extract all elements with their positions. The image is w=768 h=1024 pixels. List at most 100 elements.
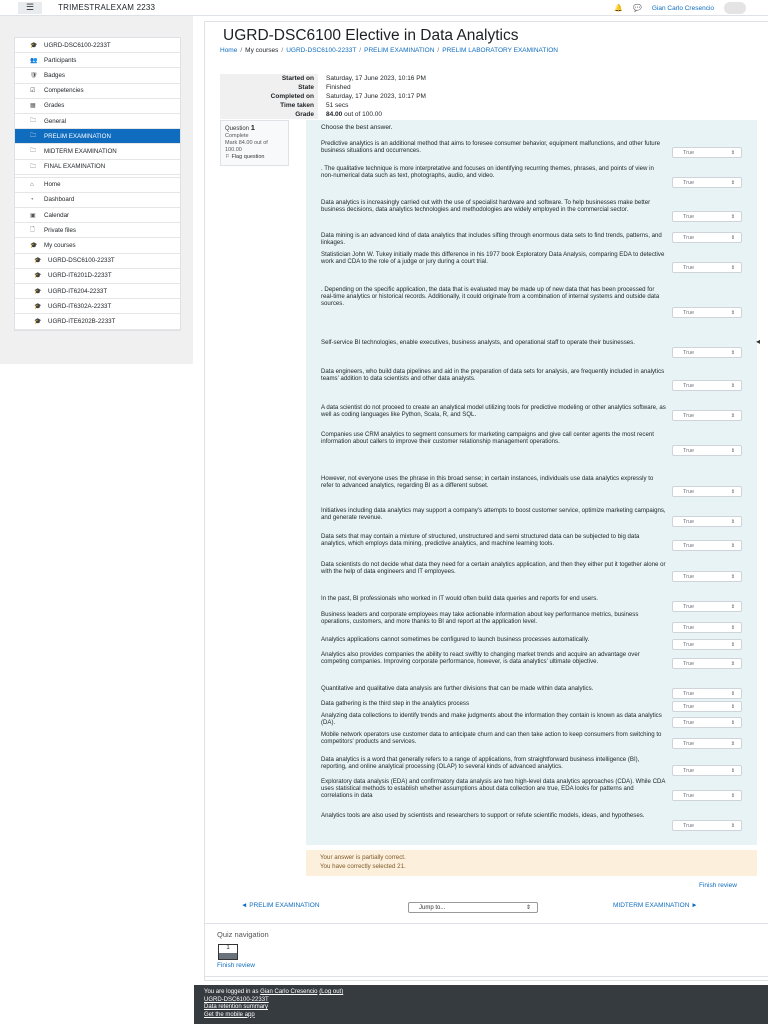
quiz-navigation-title: Quiz navigation — [217, 930, 269, 939]
chevron-down-icon: ⇕ — [730, 690, 735, 697]
statement-text: Predictive analytics is an additional me… — [321, 140, 661, 155]
sidebar-item[interactable]: 🗀 MIDTERM EXAMINATION — [15, 144, 180, 160]
answer-select[interactable]: True ⇕ — [672, 540, 742, 551]
sidebar-item[interactable]: ⌂ Home — [15, 178, 180, 193]
answer-value: True — [683, 641, 695, 648]
answer-value: True — [683, 703, 695, 710]
question-prompt: Choose the best answer. — [321, 124, 393, 131]
sidebar-item[interactable]: 🗀 FINAL EXAMINATION — [15, 160, 180, 175]
sidebar-item[interactable]: 🎓 UGRD-ITE6202B-2233T — [15, 314, 180, 330]
graduation-cap-icon: 🎓 — [34, 288, 42, 295]
sidebar-item[interactable]: 🗀 General — [15, 114, 180, 130]
sidebar-item[interactable]: 🎓 UGRD-IT6302A-2233T — [15, 299, 180, 315]
data-retention-link[interactable]: Data retention summary — [204, 1004, 268, 1010]
sidebar-item[interactable]: ☑ Competencies — [15, 84, 180, 99]
next-activity-link[interactable]: MIDTERM EXAMINATION ► — [613, 902, 698, 909]
finish-review-link[interactable]: Finish review — [699, 882, 737, 889]
answer-select[interactable]: True ⇕ — [672, 765, 742, 776]
sidebar-item-label: UGRD-IT6204-2233T — [48, 287, 108, 295]
answer-select[interactable]: True ⇕ — [672, 410, 742, 421]
sidebar-item[interactable]: 🎓 My courses — [15, 238, 180, 254]
answer-select[interactable]: True ⇕ — [672, 601, 742, 612]
sidebar-item[interactable]: ▣ Calendar — [15, 208, 180, 224]
sidebar-item-label: My courses — [44, 242, 76, 250]
answer-select[interactable]: True ⇕ — [672, 262, 742, 273]
flag-question-link[interactable]: ⚐ Flag question — [225, 154, 284, 161]
jump-to-select[interactable]: Jump to... ⇕ — [408, 902, 538, 913]
answer-select[interactable]: True ⇕ — [672, 232, 742, 243]
site-name[interactable]: TRIMESTRALEXAM 2233 — [58, 3, 155, 12]
avatar[interactable] — [724, 2, 746, 14]
sidebar-item[interactable]: 🗀 PRELIM EXAMINATION — [15, 129, 180, 145]
statement-text: Analytics tools are also used by scienti… — [321, 812, 645, 819]
folder-icon: 🗀 — [30, 118, 37, 125]
answer-select[interactable]: True ⇕ — [672, 445, 742, 456]
answer-select[interactable]: True ⇕ — [672, 380, 742, 391]
sidebar-item[interactable]: ▦ Grades — [15, 99, 180, 114]
answer-select[interactable]: True ⇕ — [672, 658, 742, 669]
sidebar-item[interactable]: 🎓 UGRD-DSC6100-2233T — [15, 38, 180, 54]
answer-select[interactable]: True ⇕ — [672, 147, 742, 158]
user-name[interactable]: Gian Carlo Cresencio — [652, 5, 714, 12]
answer-select[interactable]: True ⇕ — [672, 516, 742, 527]
question-feedback: Your answer is partially correct. You ha… — [306, 850, 757, 876]
sidebar-item-label: Badges — [44, 71, 65, 79]
bell-icon[interactable]: 🔔 — [614, 4, 623, 12]
sidebar-item-label: FINAL EXAMINATION — [44, 163, 106, 171]
sidebar-item[interactable]: 🎓 UGRD-IT6201D-2233T — [15, 269, 180, 284]
summary-row: Time taken 51 secs — [220, 101, 764, 110]
chevron-down-icon: ⇕ — [730, 719, 735, 726]
logout-link[interactable]: (Log out) — [319, 989, 343, 995]
breadcrumb-separator: / — [240, 47, 243, 54]
chevron-down-icon: ⇕ — [730, 349, 735, 356]
breadcrumb-item[interactable]: PRELIM LABORATORY EXAMINATION — [442, 47, 558, 54]
question-nav-button[interactable]: 1 — [218, 944, 238, 960]
sidebar-item-label: Competencies — [44, 87, 84, 95]
answer-value: True — [683, 822, 695, 829]
answer-select[interactable]: True ⇕ — [672, 639, 742, 650]
sidebar-item[interactable]: 🎓 UGRD-IT6204-2233T — [15, 284, 180, 300]
answer-select[interactable]: True ⇕ — [672, 738, 742, 749]
chat-icon[interactable]: 💬 — [633, 4, 642, 12]
page-title: UGRD-DSC6100 Elective in Data Analytics — [223, 27, 519, 44]
answer-select[interactable]: True ⇕ — [672, 347, 742, 358]
answer-select[interactable]: True ⇕ — [672, 571, 742, 582]
answer-select[interactable]: True ⇕ — [672, 717, 742, 728]
answer-value: True — [683, 624, 695, 631]
quiz-finish-review-link[interactable]: Finish review — [217, 962, 255, 969]
chevron-down-icon: ⇕ — [730, 542, 735, 549]
sidebar-item[interactable]: 🗋 Private files — [15, 223, 180, 239]
sidebar-item[interactable]: ◔ Dashboard — [15, 193, 180, 209]
answer-select[interactable]: True ⇕ — [672, 177, 742, 188]
answer-value: True — [683, 690, 695, 697]
mobile-app-link[interactable]: Get the mobile app — [204, 1012, 255, 1018]
statement-text: Companies use CRM analytics to segment c… — [321, 431, 654, 446]
question-mark: Mark 84.00 out of 100.00 — [225, 140, 268, 153]
answer-select[interactable]: True ⇕ — [672, 307, 742, 318]
answer-value: True — [683, 309, 695, 316]
answer-select[interactable]: True ⇕ — [672, 486, 742, 497]
answer-select[interactable]: True ⇕ — [672, 820, 742, 831]
answer-select[interactable]: True ⇕ — [672, 622, 742, 633]
answer-select[interactable]: True ⇕ — [672, 688, 742, 699]
answer-select[interactable]: True ⇕ — [672, 701, 742, 712]
breadcrumb-item[interactable]: PRELIM EXAMINATION — [364, 47, 434, 54]
footer-course-link[interactable]: UGRD-DSC6100-2233T — [204, 997, 269, 1003]
answer-value: True — [683, 179, 695, 186]
summary-label: Time taken — [220, 101, 318, 110]
previous-activity-link[interactable]: ◄ PRELIM EXAMINATION — [241, 902, 320, 909]
footer-user-link[interactable]: Gian Carlo Cresencio — [260, 989, 317, 995]
breadcrumb-item[interactable]: UGRD-DSC6100-2233T — [286, 47, 356, 54]
sidebar-item-label: Dashboard — [44, 196, 75, 204]
breadcrumb-item[interactable]: Home — [220, 47, 237, 54]
sidebar-item[interactable]: 👥 Participants — [15, 53, 180, 69]
hamburger-icon[interactable]: ☰ — [18, 1, 42, 14]
sidebar-item[interactable]: 🛡 Badges — [15, 68, 180, 84]
answer-select[interactable]: True ⇕ — [672, 790, 742, 801]
sidebar-item-label: Grades — [44, 102, 65, 110]
answer-select[interactable]: True ⇕ — [672, 211, 742, 222]
sidebar-item[interactable]: 🎓 UGRD-DSC6100-2233T — [15, 254, 180, 269]
chevron-down-icon: ⇕ — [730, 488, 735, 495]
drawer-toggle-icon[interactable]: ◂ — [756, 337, 760, 346]
sidebar-item-label: General — [44, 117, 67, 125]
